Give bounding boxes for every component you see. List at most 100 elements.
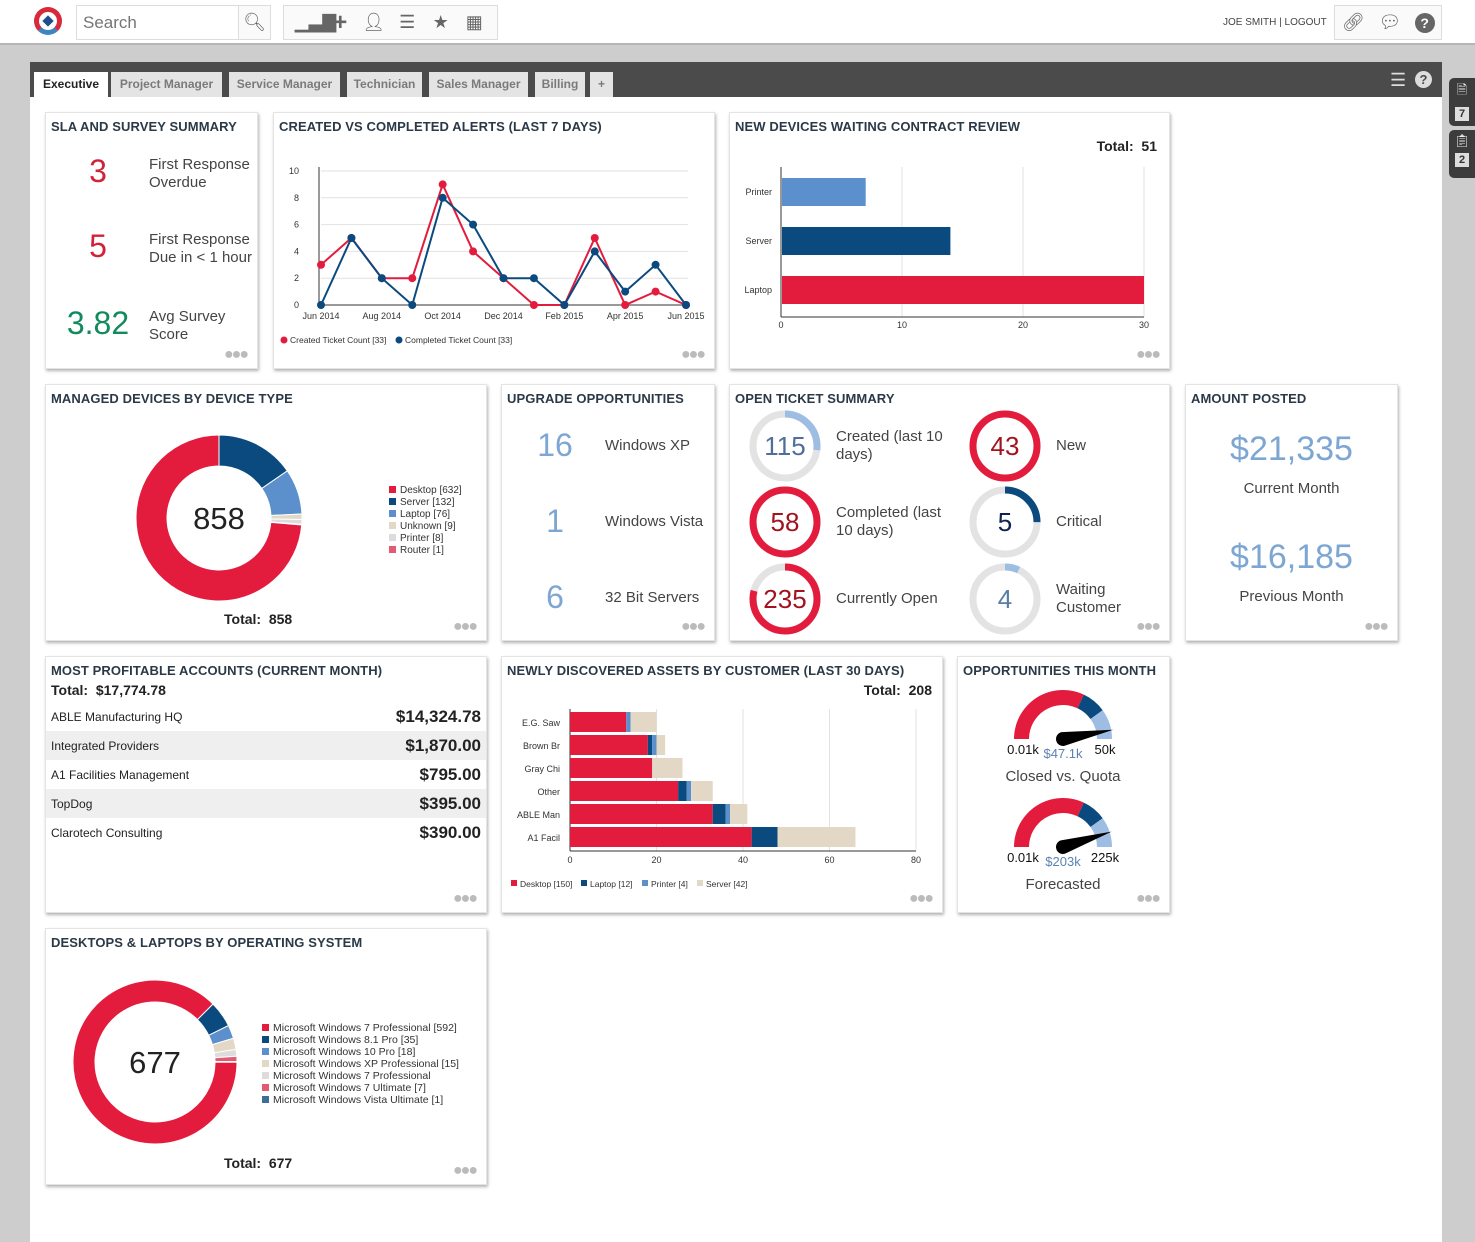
bar-chart-icon[interactable]: ▁▃▇ [295,12,337,33]
amount-value: $21,335 [1230,430,1353,468]
category-label: E.G. Saw [522,718,561,728]
plus-icon[interactable]: + [328,9,352,37]
clipboard-icon: 📋︎ [1453,133,1471,148]
tab-billing[interactable]: Billing [535,72,585,97]
y-tick-label: 2 [294,273,299,283]
widget-menu-icon[interactable]: ●●● [1364,618,1389,636]
widget-menu-icon[interactable]: ●●● [453,1162,478,1180]
widget-menu-icon[interactable]: ●●● [681,618,706,636]
donut-chart: 858 Desktop [632]Server [132]Laptop [76]U… [135,434,462,602]
stacked-bar-segment [691,781,713,801]
star-icon[interactable]: ★ [429,12,453,33]
account-name: ABLE Manufacturing HQ [51,710,183,724]
legend-label: Microsoft Windows XP Professional [15] [273,1058,459,1070]
donut-center-value: 677 [129,1045,181,1080]
stacked-bar-segment [712,804,726,824]
stacked-bar-segment [686,781,692,801]
widget-os-breakdown: DESKTOPS & LAPTOPS BY OPERATING SYSTEM 6… [45,928,487,1185]
donut-center-value: 858 [193,501,245,536]
data-point [469,220,478,229]
account-amount: $395.00 [419,794,481,813]
amount-label: Previous Month [1239,588,1344,605]
stacked-bar-segment [570,735,648,755]
widget-menu-icon[interactable]: ●●● [681,346,706,364]
stacked-bar-segment [652,735,657,755]
account-row[interactable]: A1 Facilities Management $795.00 [46,760,486,789]
x-tick-label: Apr 2015 [607,311,644,321]
x-tick-label: 60 [824,855,834,865]
category-label: ABLE Man [517,810,560,820]
category-label: A1 Facil [527,833,560,843]
x-tick-label: 10 [897,320,907,330]
widget-menu-icon[interactable]: ●●● [453,890,478,908]
widget-menu-icon[interactable]: ●●● [909,890,934,908]
data-point [408,301,417,309]
add-tab-button[interactable]: + [590,72,613,97]
chat-icon[interactable]: 💬︎ [1378,12,1402,33]
link-icon[interactable]: 🔗︎ [1341,12,1365,33]
stacked-bar-segment [570,827,752,847]
user-name[interactable]: JOE SMITH [1223,17,1276,28]
help-icon[interactable]: ? [1415,71,1432,88]
user-icon[interactable]: 👤︎ [362,12,386,33]
tab-technician[interactable]: Technician [347,72,422,97]
widget-menu-icon[interactable]: ●●● [453,618,478,636]
dashboard-tab-bar: Executive Project Manager Service Manager T… [30,62,1442,97]
widget-menu-icon[interactable]: ●●● [1136,346,1161,364]
legend-swatch [389,510,396,517]
x-tick-label: Aug 2014 [363,311,402,321]
legend-marker [395,336,403,344]
total-label: Total: 858 [224,611,293,627]
account-amount: $14,324.78 [395,707,481,726]
bar-chart: 0 10 20 30 Printer Server Laptop [744,167,1149,330]
widget-title: SLA AND SURVEY SUMMARY [51,119,237,134]
ticket-label: Created (last 10 days) [836,428,943,463]
side-tab-clipboard[interactable]: 📋︎ 2 [1449,130,1475,178]
stacked-bar-segment [656,735,666,755]
x-tick-label: 80 [911,855,921,865]
legend-swatch [581,880,587,886]
side-tab-documents[interactable]: 🗎︎ 7 [1449,78,1475,126]
gauge-min-label: 0.01k [1007,850,1039,865]
legend-marker [280,336,288,344]
widget-menu-icon[interactable]: ●●● [1136,890,1161,908]
menu-icon[interactable]: ☰ [1390,70,1406,91]
data-point [590,234,599,242]
user-menu: JOE SMITH | LOGOUT [1223,17,1327,28]
data-point [347,234,356,242]
search-icon: 🔍︎ [243,12,266,32]
x-tick-label: Jun 2014 [302,311,339,321]
stacked-bar-segment [652,758,683,778]
search-input[interactable] [77,6,238,39]
category-label: Printer [745,187,772,197]
tab-executive[interactable]: Executive [34,72,108,97]
app-logo[interactable] [34,7,62,35]
x-tick-label: Dec 2014 [484,311,523,321]
account-row[interactable]: TopDog $395.00 [46,789,486,818]
schedule-icon[interactable]: ☰ [395,12,419,33]
tab-sales-manager[interactable]: Sales Manager [429,72,528,97]
help-icon[interactable]: ? [1414,12,1435,33]
search-button[interactable]: 🔍︎ [238,6,270,39]
gauge-title: Forecasted [1025,876,1100,893]
logout-link[interactable]: LOGOUT [1285,17,1327,28]
widget-menu-icon[interactable]: ●●● [1136,618,1161,636]
calendar-icon[interactable]: ▦ [462,12,486,33]
account-row[interactable]: ABLE Manufacturing HQ $14,324.78 [46,702,486,731]
gauge-min-label: 0.01k [1007,742,1039,757]
account-row[interactable]: Integrated Providers $1,870.00 [46,731,486,760]
legend-swatch [262,1048,269,1055]
account-row[interactable]: Clarotech Consulting $390.00 [46,818,486,847]
tab-service-manager[interactable]: Service Manager [229,72,340,97]
total-label: Total: 677 [224,1155,293,1171]
widget-menu-icon[interactable]: ●●● [224,346,249,364]
ring-value: 4 [998,584,1012,614]
legend-swatch [262,1084,269,1091]
stacked-bar-chart: 0 20 40 60 80 E.G. Saw Brown Br Gray Chi Other AB… [511,709,921,889]
ring-value: 235 [763,584,806,614]
data-point [621,287,630,296]
account-name: Clarotech Consulting [51,826,163,840]
data-point [438,193,447,202]
legend-swatch [697,880,703,886]
tab-project-manager[interactable]: Project Manager [111,72,222,97]
